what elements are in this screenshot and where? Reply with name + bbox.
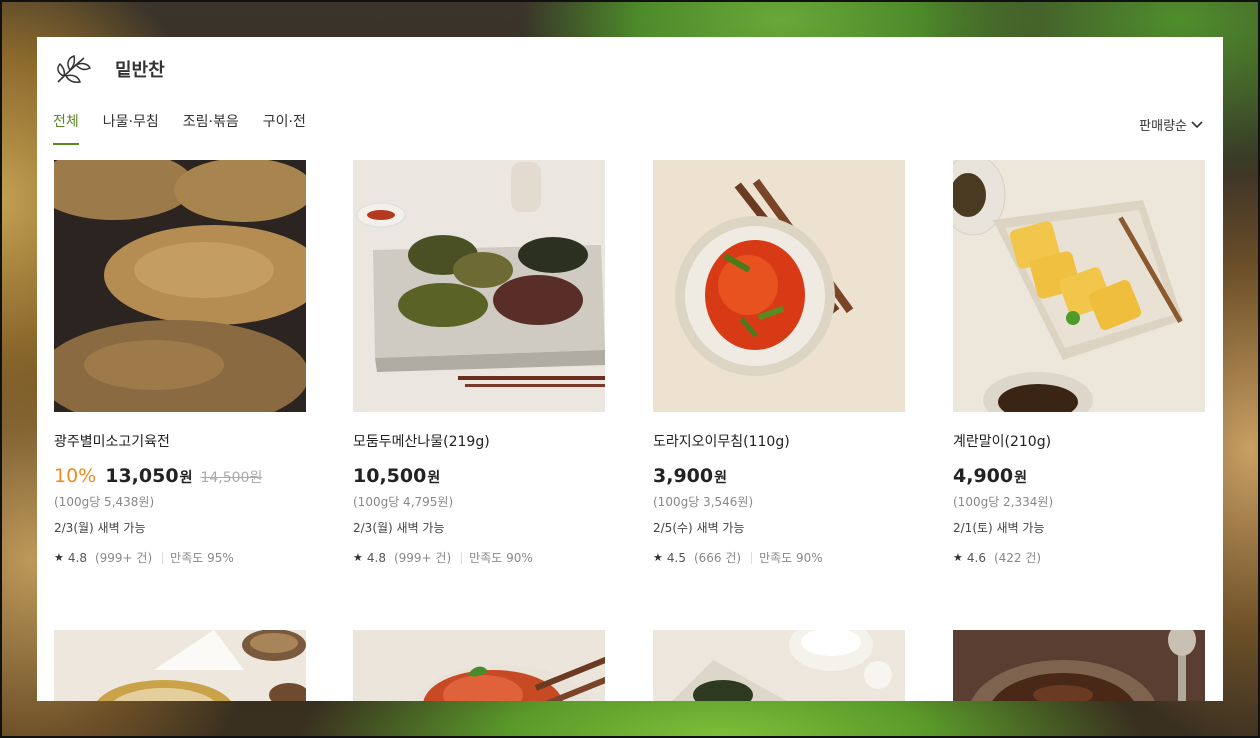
currency: 원	[427, 470, 441, 486]
product-image-egg-roll[interactable]	[953, 160, 1205, 412]
discount-rate: 10%	[54, 465, 97, 487]
tab-all[interactable]: 전체	[53, 111, 79, 145]
price-row: 3,900 원	[653, 465, 905, 489]
tab-namul[interactable]: 나물·무침	[103, 111, 159, 143]
divider	[162, 551, 164, 564]
divider	[461, 551, 463, 564]
product-card[interactable]	[54, 630, 306, 701]
product-name[interactable]: 광주별미소고기육전	[54, 431, 306, 451]
product-image-yukjeon[interactable]	[54, 160, 306, 412]
rating-score: 4.5	[666, 550, 686, 565]
satisfaction: 만족도 95%	[170, 551, 234, 565]
sale-price: 4,900	[953, 465, 1014, 487]
original-price: 14,500원	[200, 470, 263, 486]
rating-row: ★ 4.8 (999+ 건) 만족도 90%	[353, 549, 605, 566]
product-image[interactable]	[953, 630, 1205, 701]
product-card[interactable]: 모둠두메산나물(219g) 10,500 원 (100g당 4,795원) 2/…	[353, 160, 605, 566]
sort-dropdown[interactable]: 판매량순	[1139, 115, 1203, 134]
product-image-namul[interactable]	[353, 160, 605, 412]
panel-header: 밑반찬	[53, 49, 165, 89]
product-card[interactable]	[953, 630, 1205, 701]
sort-label: 판매량순	[1139, 119, 1187, 134]
rating-row: ★ 4.8 (999+ 건) 만족도 95%	[54, 549, 306, 566]
review-count[interactable]: (666 건)	[694, 549, 741, 566]
currency: 원	[1014, 470, 1027, 486]
tab-braised[interactable]: 조림·볶음	[183, 111, 239, 143]
rating-score: 4.8	[67, 550, 87, 565]
currency: 원	[179, 470, 193, 486]
star-icon: ★	[54, 551, 64, 564]
product-image[interactable]	[353, 630, 605, 701]
category-tabs: 전체 나물·무침 조림·볶음 구이·전	[53, 111, 330, 145]
delivery-info: 2/3(월) 새벽 가능	[353, 521, 445, 535]
delivery-info: 2/3(월) 새벽 가능	[54, 521, 146, 535]
unit-price: (100g당 2,334원)	[953, 495, 1054, 509]
rating-row: ★ 4.6 (422 건)	[953, 549, 1205, 566]
sale-price: 13,050	[105, 465, 179, 487]
leaf-icon	[53, 49, 93, 89]
unit-price: (100g당 4,795원)	[353, 495, 454, 509]
page-title: 밑반찬	[115, 60, 165, 81]
tab-grilled[interactable]: 구이·전	[263, 111, 306, 143]
unit-price: (100g당 5,438원)	[54, 495, 155, 509]
price-row: 10,500 원	[353, 465, 605, 489]
unit-price: (100g당 3,546원)	[653, 495, 754, 509]
sale-price: 3,900	[653, 465, 714, 487]
side-dish-panel: 밑반찬 전체 나물·무침 조림·볶음 구이·전 판매량순 광주별미소고기육전 1…	[37, 37, 1223, 701]
delivery-info: 2/5(수) 새벽 가능	[653, 521, 745, 535]
review-count[interactable]: (422 건)	[994, 549, 1041, 566]
rating-row: ★ 4.5 (666 건) 만족도 90%	[653, 549, 905, 566]
review-count[interactable]: (999+ 건)	[394, 549, 451, 566]
star-icon: ★	[653, 551, 663, 564]
product-name[interactable]: 계란말이(210g)	[953, 431, 1205, 451]
product-card[interactable]: 광주별미소고기육전 10% 13,050 원 14,500원 (100g당 5,…	[54, 160, 306, 566]
review-count[interactable]: (999+ 건)	[95, 549, 152, 566]
product-card[interactable]: 계란말이(210g) 4,900 원 (100g당 2,334원) 2/1(토)…	[953, 160, 1205, 566]
rating-score: 4.6	[966, 550, 986, 565]
product-name[interactable]: 도라지오이무침(110g)	[653, 431, 905, 451]
product-card[interactable]	[353, 630, 605, 701]
product-card[interactable]: 도라지오이무침(110g) 3,900 원 (100g당 3,546원) 2/5…	[653, 160, 905, 566]
satisfaction: 만족도 90%	[469, 551, 533, 565]
star-icon: ★	[953, 551, 963, 564]
product-image[interactable]	[653, 630, 905, 701]
price-row: 10% 13,050 원 14,500원	[54, 465, 306, 489]
product-name[interactable]: 모둠두메산나물(219g)	[353, 431, 605, 451]
currency: 원	[714, 470, 727, 486]
price-row: 4,900 원	[953, 465, 1205, 489]
rating-score: 4.8	[366, 550, 386, 565]
star-icon: ★	[353, 551, 363, 564]
product-card[interactable]	[653, 630, 905, 701]
delivery-info: 2/1(토) 새벽 가능	[953, 521, 1045, 535]
satisfaction: 만족도 90%	[759, 551, 823, 565]
sale-price: 10,500	[353, 465, 427, 487]
chevron-down-icon	[1191, 120, 1203, 128]
divider	[751, 551, 753, 564]
product-image[interactable]	[54, 630, 306, 701]
product-image-doraji[interactable]	[653, 160, 905, 412]
